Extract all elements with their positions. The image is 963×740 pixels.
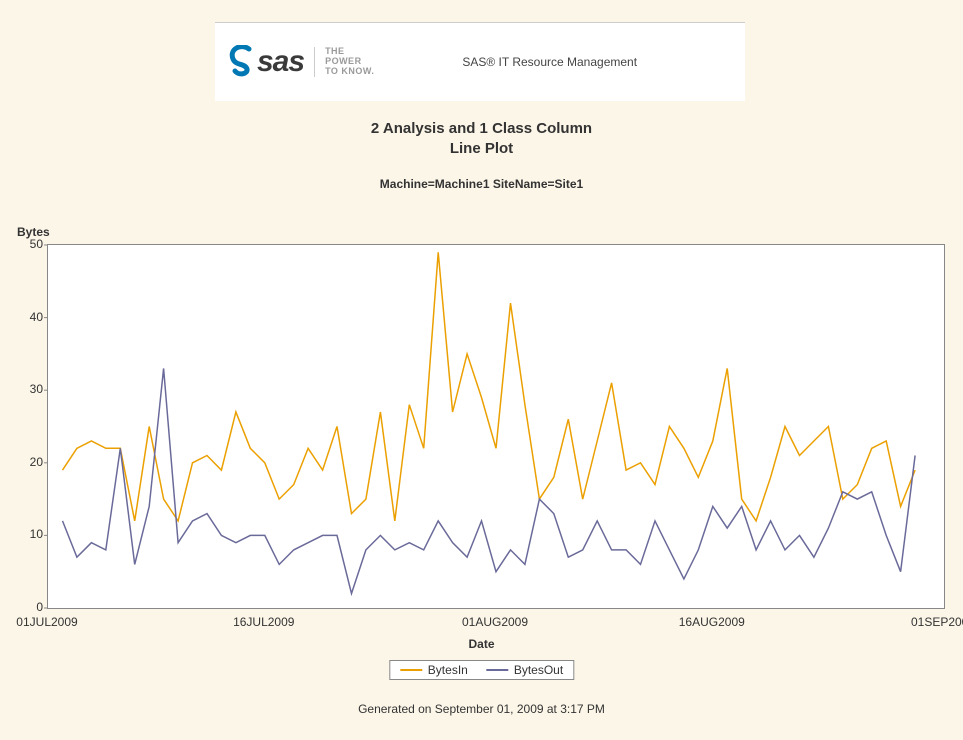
y-tick-label: 50 (15, 237, 43, 251)
x-tick-label: 01AUG2009 (462, 615, 528, 629)
x-axis-label: Date (0, 637, 963, 651)
y-tick-label: 10 (15, 527, 43, 541)
y-tick-label: 30 (15, 382, 43, 396)
footer-timestamp: Generated on September 01, 2009 at 3:17 … (0, 702, 963, 716)
legend-swatch-icon (486, 669, 508, 671)
banner: sas THE POWER TO KNOW. SAS® IT Resource … (215, 22, 745, 101)
tagline-line: TO KNOW. (325, 67, 374, 77)
legend-label: BytesOut (514, 663, 563, 677)
logo-block: sas THE POWER TO KNOW. (215, 45, 374, 79)
sas-s-mark-icon (229, 45, 255, 79)
product-name: SAS® IT Resource Management (374, 55, 745, 69)
chart-title-line2: Line Plot (0, 140, 963, 157)
y-tick-label: 0 (15, 600, 43, 614)
legend-swatch-icon (400, 669, 422, 671)
plot-area (47, 244, 945, 609)
y-tick-label: 40 (15, 310, 43, 324)
x-tick-label: 01SEP2009 (911, 615, 963, 629)
x-tick-label: 01JUL2009 (16, 615, 77, 629)
chart-subtitle: Machine=Machine1 SiteName=Site1 (0, 177, 963, 191)
sas-logo: sas (229, 45, 304, 79)
sas-logo-text: sas (257, 45, 304, 79)
sas-tagline: THE POWER TO KNOW. (314, 47, 374, 77)
report-page: sas THE POWER TO KNOW. SAS® IT Resource … (0, 0, 963, 740)
legend-item-bytesin: BytesIn (400, 663, 468, 677)
line-chart (48, 245, 944, 608)
series-line-bytesin (63, 252, 916, 521)
series-line-bytesout (63, 368, 916, 593)
legend-item-bytesout: BytesOut (486, 663, 563, 677)
legend: BytesIn BytesOut (389, 660, 574, 680)
chart-title-line1: 2 Analysis and 1 Class Column (0, 120, 963, 137)
x-tick-label: 16AUG2009 (679, 615, 745, 629)
x-tick-label: 16JUL2009 (233, 615, 294, 629)
y-tick-label: 20 (15, 455, 43, 469)
legend-label: BytesIn (428, 663, 468, 677)
